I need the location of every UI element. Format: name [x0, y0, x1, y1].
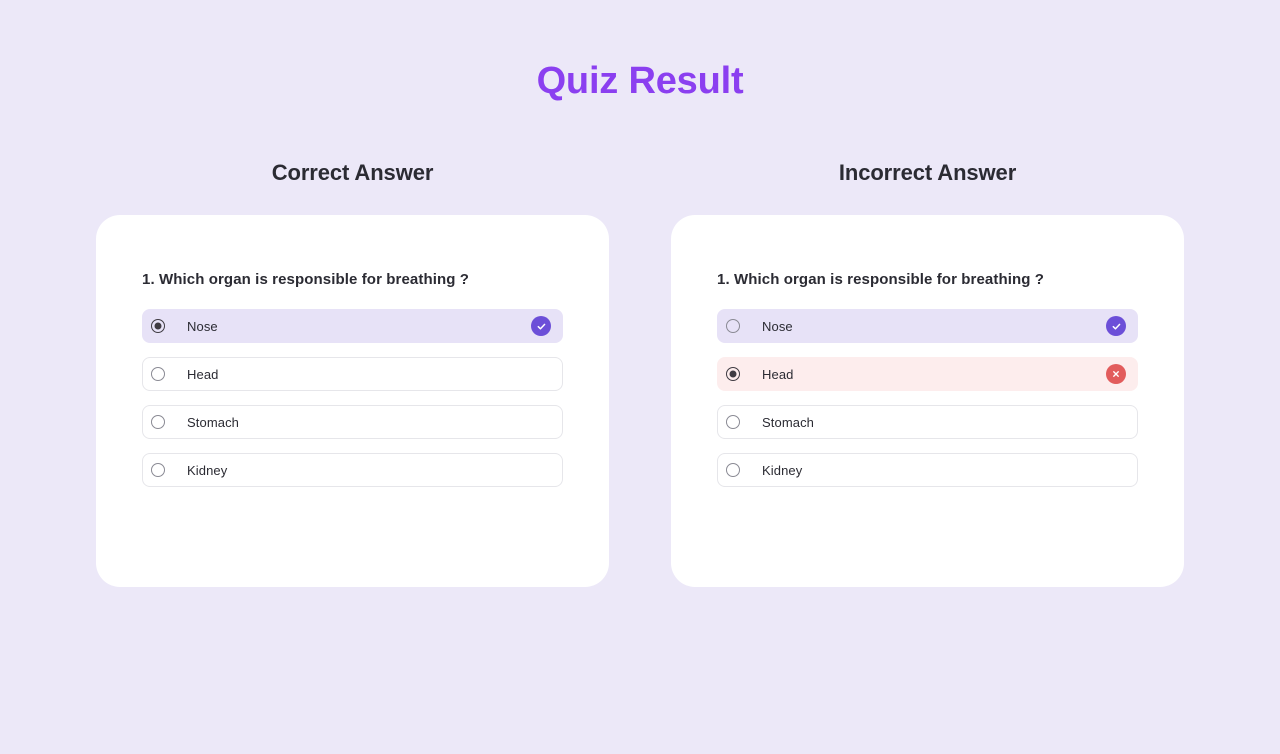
option-label: Nose — [762, 318, 793, 334]
radio-icon[interactable] — [726, 415, 740, 429]
option-row-nose[interactable]: Nose — [142, 309, 563, 343]
option-row-kidney[interactable]: Kidney — [142, 453, 563, 487]
radio-icon[interactable] — [726, 367, 740, 381]
options-list: Nose Head Stomach Kidney — [142, 309, 563, 487]
quiz-card-incorrect: 1. Which organ is responsible for breath… — [671, 215, 1184, 587]
quiz-card-correct: 1. Which organ is responsible for breath… — [96, 215, 609, 587]
column-heading-incorrect: Incorrect Answer — [838, 160, 1017, 185]
option-label: Kidney — [762, 462, 803, 478]
option-label: Nose — [187, 318, 218, 334]
options-list: Nose Head Stomach Kidney — [717, 309, 1138, 487]
quiz-result-page: Quiz Result Correct Answer 1. Which orga… — [0, 0, 1280, 754]
cross-icon — [1106, 364, 1126, 384]
question-text: 1. Which organ is responsible for breath… — [142, 271, 470, 288]
check-icon — [1106, 316, 1126, 336]
option-label: Stomach — [187, 414, 240, 430]
option-label: Head — [762, 366, 794, 382]
option-row-stomach[interactable]: Stomach — [717, 405, 1138, 439]
column-correct-answer: Correct Answer 1. Which organ is respons… — [96, 160, 609, 587]
radio-icon[interactable] — [151, 463, 165, 477]
option-row-stomach[interactable]: Stomach — [142, 405, 563, 439]
radio-icon[interactable] — [726, 319, 740, 333]
option-row-head[interactable]: Head — [142, 357, 563, 391]
radio-icon[interactable] — [151, 415, 165, 429]
option-label: Stomach — [762, 414, 815, 430]
option-row-nose[interactable]: Nose — [717, 309, 1138, 343]
check-icon — [531, 316, 551, 336]
page-title: Quiz Result — [536, 60, 744, 102]
question-text: 1. Which organ is responsible for breath… — [717, 271, 1045, 288]
radio-icon[interactable] — [151, 367, 165, 381]
option-label: Kidney — [187, 462, 228, 478]
option-label: Head — [187, 366, 219, 382]
radio-icon[interactable] — [151, 319, 165, 333]
column-heading-correct: Correct Answer — [271, 160, 434, 185]
option-row-kidney[interactable]: Kidney — [717, 453, 1138, 487]
radio-icon[interactable] — [726, 463, 740, 477]
option-row-head[interactable]: Head — [717, 357, 1138, 391]
column-incorrect-answer: Incorrect Answer 1. Which organ is respo… — [671, 160, 1184, 587]
results-columns: Correct Answer 1. Which organ is respons… — [96, 160, 1184, 587]
